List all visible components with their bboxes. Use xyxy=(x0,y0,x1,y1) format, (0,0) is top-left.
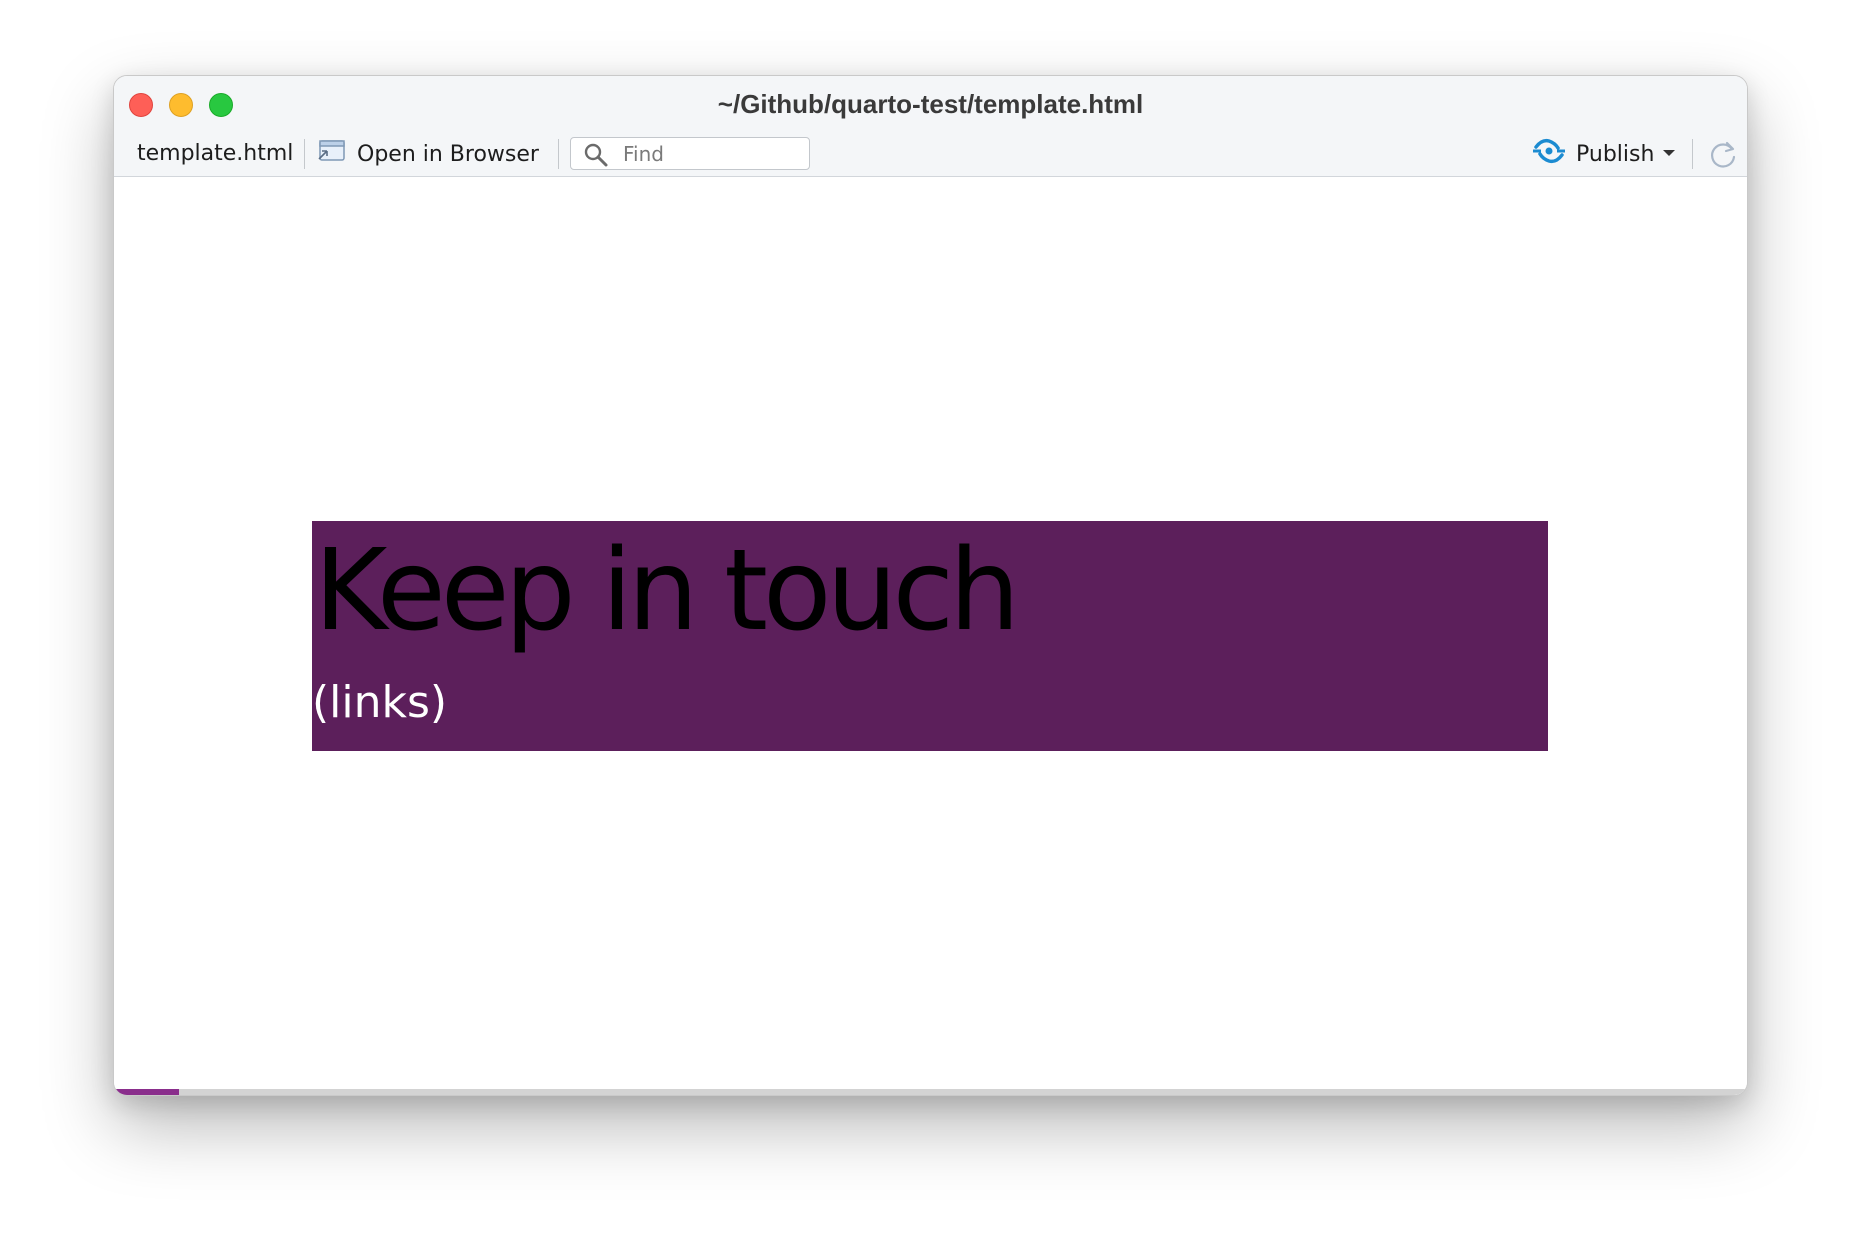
search-icon xyxy=(583,142,609,173)
find-box[interactable] xyxy=(570,137,810,170)
publish-connect-icon xyxy=(1532,138,1566,170)
toolbar-divider xyxy=(1692,139,1693,169)
window-title: ~/Github/quarto-test/template.html xyxy=(717,89,1144,119)
slide-progress-bar xyxy=(114,1089,1747,1095)
open-in-browser-label: Open in Browser xyxy=(357,141,539,167)
title-bar: ~/Github/quarto-test/template.html xyxy=(114,76,1747,134)
publish-label: Publish xyxy=(1576,141,1655,167)
caret-down-icon[interactable] xyxy=(1663,150,1675,156)
viewer-toolbar: template.html Open in Browser Find Publi… xyxy=(114,133,1747,177)
slide-progress-fill xyxy=(114,1089,180,1095)
slide-title-block: Keep in touch (links) xyxy=(312,521,1548,751)
hamburger-menu-icon[interactable] xyxy=(139,1095,189,1096)
presentation-viewport: Keep in touch (links) xyxy=(114,177,1747,1095)
open-in-browser-button[interactable]: Open in Browser xyxy=(317,137,539,171)
toolbar-divider xyxy=(304,139,305,169)
refresh-icon[interactable] xyxy=(1707,139,1739,176)
publish-button[interactable]: Publish xyxy=(1532,137,1654,171)
toolbar-divider xyxy=(558,139,559,169)
viewer-window: ~/Github/quarto-test/template.html templ… xyxy=(113,75,1748,1096)
slide-subtitle: (links) xyxy=(312,677,448,728)
find-input[interactable] xyxy=(623,141,803,166)
slide-title: Keep in touch xyxy=(314,526,1020,656)
browser-window-icon xyxy=(317,140,345,168)
file-name-label: template.html xyxy=(137,141,294,166)
